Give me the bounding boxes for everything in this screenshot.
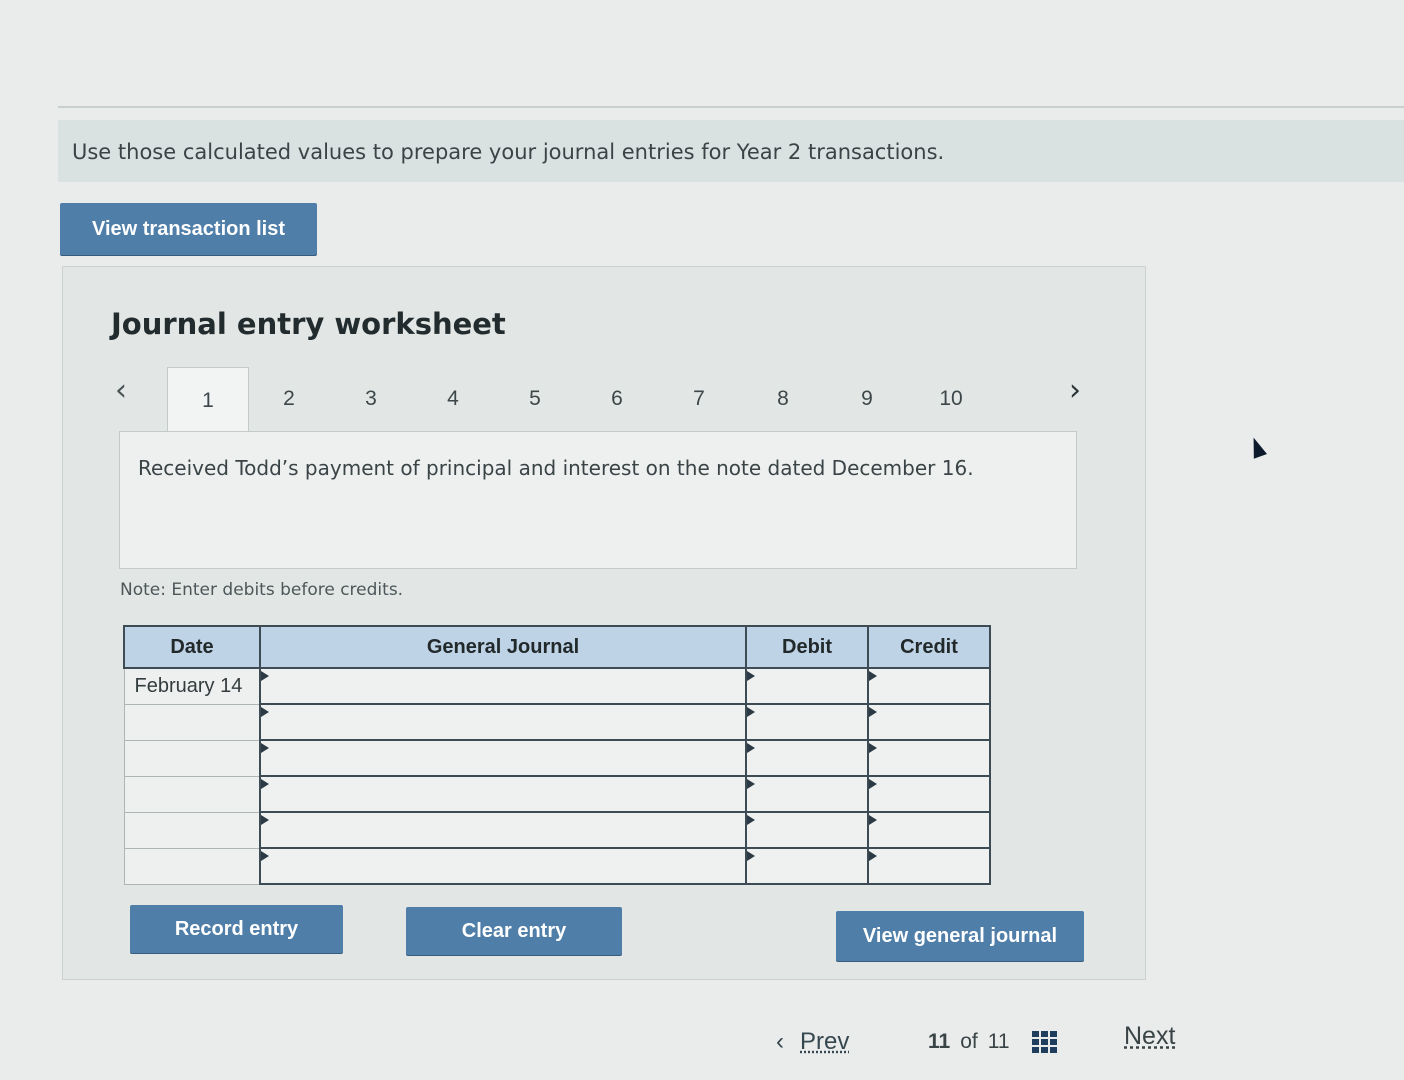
clear-entry-button[interactable]: Clear entry — [406, 907, 622, 955]
tab-1[interactable]: 1 — [167, 367, 249, 434]
debit-input[interactable] — [745, 775, 869, 813]
account-input[interactable] — [259, 739, 747, 777]
total-pages: 11 — [987, 1030, 1010, 1053]
record-entry-button[interactable]: Record entry — [130, 905, 343, 953]
credit-header: Credit — [867, 625, 991, 669]
date-header: Date — [123, 625, 261, 669]
debit-input[interactable] — [745, 667, 869, 705]
credit-input[interactable] — [867, 775, 991, 813]
date-cell: February 14 — [123, 667, 261, 705]
chevron-left-icon: ‹ — [776, 1028, 784, 1055]
tab-5[interactable]: 5 — [495, 367, 575, 431]
account-input[interactable] — [259, 811, 747, 849]
prev-link[interactable]: ‹ Prev — [776, 1022, 849, 1062]
date-cell — [123, 847, 261, 885]
tab-4[interactable]: 4 — [413, 367, 493, 431]
tab-8[interactable]: 8 — [743, 367, 823, 431]
tab-9[interactable]: 9 — [827, 367, 907, 431]
view-transaction-list-button[interactable]: View transaction list — [60, 203, 317, 255]
table-row — [123, 847, 991, 885]
debit-input[interactable] — [745, 811, 869, 849]
table-row — [123, 775, 991, 813]
credit-input[interactable] — [867, 811, 991, 849]
table-row — [123, 739, 991, 777]
general-journal-header: General Journal — [259, 625, 747, 669]
credit-input[interactable] — [867, 739, 991, 777]
credit-input[interactable] — [867, 847, 991, 885]
account-input[interactable] — [259, 703, 747, 741]
date-cell — [123, 739, 261, 777]
grid-icon[interactable] — [1031, 1031, 1057, 1053]
credit-input[interactable] — [867, 667, 991, 705]
debit-header: Debit — [745, 625, 869, 669]
next-link[interactable]: Next — [1124, 1022, 1175, 1062]
journal-table: Date General Journal Debit Credit Februa… — [123, 625, 991, 885]
current-page: 11 — [928, 1030, 951, 1053]
table-row: February 14 — [123, 667, 991, 705]
page-of-label: of — [960, 1030, 978, 1053]
mouse-cursor-icon — [1247, 435, 1267, 459]
page-indicator: 11 of 11 — [928, 1022, 1057, 1062]
worksheet-tabs: ‹ 1 2 3 4 5 6 7 8 9 10 › — [109, 367, 1099, 434]
entry-note: Note: Enter debits before credits. — [120, 580, 404, 600]
view-general-journal-button[interactable]: View general journal — [836, 911, 1084, 961]
tab-3[interactable]: 3 — [331, 367, 411, 431]
prev-label: Prev — [800, 1028, 850, 1055]
date-cell — [123, 811, 261, 849]
tab-2[interactable]: 2 — [249, 367, 329, 431]
credit-input[interactable] — [867, 703, 991, 741]
date-cell — [123, 703, 261, 741]
table-row — [123, 703, 991, 741]
table-row — [123, 811, 991, 849]
top-divider — [58, 106, 1404, 112]
transaction-description-box: Received Todd’s payment of principal and… — [119, 431, 1077, 569]
transaction-description: Received Todd’s payment of principal and… — [138, 456, 974, 480]
debit-input[interactable] — [745, 703, 869, 741]
instruction-text: Use those calculated values to prepare y… — [72, 140, 945, 164]
instruction-bar: Use those calculated values to prepare y… — [58, 120, 1404, 182]
account-input[interactable] — [259, 775, 747, 813]
journal-worksheet-panel: Journal entry worksheet ‹ 1 2 3 4 5 6 7 … — [62, 266, 1146, 980]
account-input[interactable] — [259, 847, 747, 885]
tab-6[interactable]: 6 — [577, 367, 657, 431]
chevron-right-icon[interactable]: › — [1069, 373, 1081, 408]
tab-10[interactable]: 10 — [911, 367, 991, 431]
worksheet-title: Journal entry worksheet — [111, 307, 506, 341]
date-cell — [123, 775, 261, 813]
tab-7[interactable]: 7 — [659, 367, 739, 431]
chevron-left-icon[interactable]: ‹ — [115, 373, 127, 408]
debit-input[interactable] — [745, 847, 869, 885]
debit-input[interactable] — [745, 739, 869, 777]
account-input[interactable] — [259, 667, 747, 705]
